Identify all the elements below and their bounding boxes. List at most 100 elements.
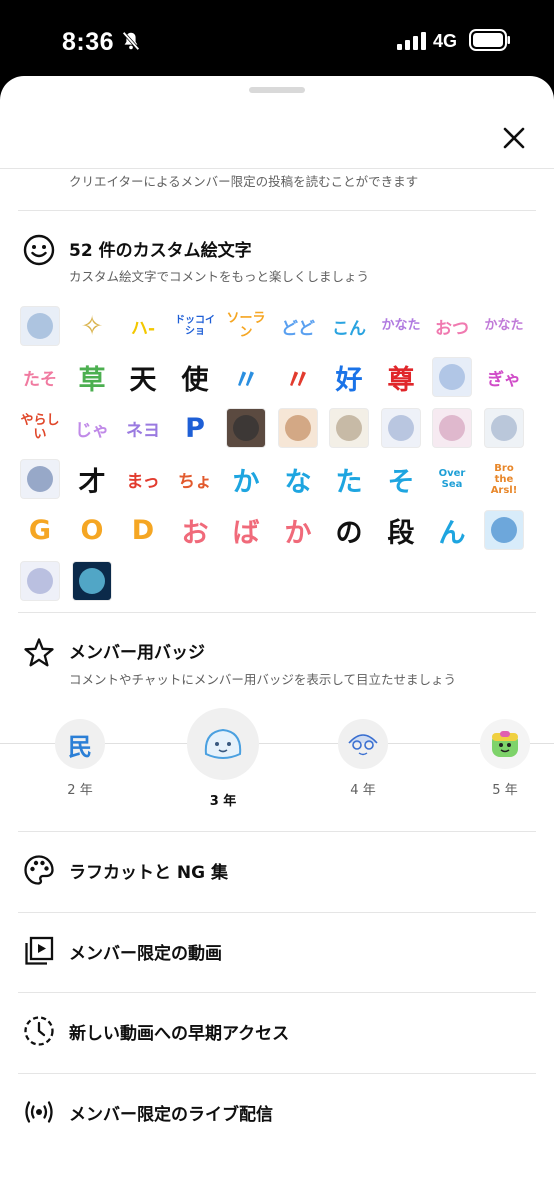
custom-emoji[interactable]: どど [278,306,318,346]
custom-emoji[interactable] [226,408,266,448]
perk-row-label: メンバー限定の動画 [69,944,222,964]
perk-row-rough-cuts[interactable]: ラフカットと NG 集 [0,831,554,911]
character-face-icon [348,734,378,756]
custom-emoji[interactable]: 草 [72,357,112,397]
custom-emoji[interactable]: かなた [484,306,524,346]
divider [0,168,554,169]
custom-emoji[interactable]: ちょ [175,459,215,499]
custom-emoji[interactable]: お [175,510,215,550]
emoji-art [27,568,53,594]
custom-emoji[interactable] [20,306,60,346]
custom-emoji[interactable]: な [278,459,318,499]
badge-2-years[interactable]: 民 2 年 [55,719,105,798]
emoji-art [491,517,517,543]
badge-label: 3 年 [209,794,237,809]
membership-benefits-sheet: クリエイターによるメンバー限定の投稿を読むことができます 52 件のカスタム絵文… [0,76,554,1200]
close-icon[interactable] [496,120,532,156]
emoji-art [27,313,53,339]
custom-emoji[interactable]: P [175,408,215,448]
perk-row-label: ラフカットと NG 集 [69,863,229,883]
custom-emoji[interactable] [72,561,112,601]
badge-glyph: 民 [68,732,92,761]
badge-perk-subtitle: コメントやチャットにメンバー用バッジを表示して目立たせましょう [69,672,457,687]
custom-emoji[interactable]: G [20,510,60,550]
divider [18,210,536,211]
custom-emoji[interactable]: ネヨ [123,408,163,448]
status-time: 8:36 [62,28,115,56]
perk-row-early-access[interactable]: 新しい動画への早期アクセス [0,992,554,1072]
custom-emoji[interactable]: 天 [123,357,163,397]
bell-muted-icon [122,31,140,51]
custom-emoji[interactable]: まっ [123,459,163,499]
posts-perk-subtext: クリエイターによるメンバー限定の投稿を読むことができます [69,174,419,189]
cellular-signal-icon [397,32,426,50]
custom-emoji[interactable]: ハ- [123,306,163,346]
early-access-clock-icon [24,1016,54,1046]
badge-perk-title: メンバー用バッジ [69,643,205,663]
custom-emoji[interactable]: ん [432,510,472,550]
custom-emoji[interactable] [381,408,421,448]
custom-emoji[interactable]: 才 [72,459,112,499]
badge-image [338,719,388,769]
blob-mascot-icon [204,728,242,759]
perk-row-live-streams[interactable]: メンバー限定のライブ配信 [0,1073,554,1153]
custom-emoji[interactable]: Over Sea [432,459,472,499]
custom-emoji[interactable] [20,561,60,601]
custom-emoji[interactable]: ドッコイショ [175,306,215,346]
custom-emoji[interactable]: D [123,510,163,550]
custom-emoji[interactable]: やらしい [20,408,60,448]
custom-emoji[interactable]: おつ [432,306,472,346]
rainbow-character-icon [492,731,518,757]
custom-emoji[interactable]: そ [381,459,421,499]
emoji-art [336,415,362,441]
emoji-art [388,415,414,441]
custom-emoji[interactable]: かなた [381,306,421,346]
badge-image [480,719,530,769]
custom-emoji[interactable]: ソーラン [226,306,266,346]
custom-emoji[interactable]: か [278,510,318,550]
badge-image [187,708,259,780]
custom-emoji[interactable] [484,408,524,448]
custom-emoji[interactable]: 尊 [381,357,421,397]
badge-4-years[interactable]: 4 年 [338,719,388,798]
emoji-art [285,415,311,441]
custom-emoji[interactable]: Bro the Arsl! [484,459,524,499]
badge-label: 2 年 [67,783,93,798]
custom-emoji[interactable]: こん [329,306,369,346]
custom-emoji[interactable] [329,408,369,448]
perk-row-label: メンバー限定のライブ配信 [69,1105,273,1125]
star-icon [24,638,54,667]
custom-emoji[interactable]: 段 [381,510,421,550]
custom-emoji[interactable]: ば [226,510,266,550]
emoji-perk-subtitle: カスタム絵文字でコメントをもっと楽しくしましょう [69,269,370,284]
emoji-art [439,364,465,390]
emoji-art [233,415,259,441]
custom-emoji[interactable]: ✧ [72,306,112,346]
emoji-perk-title: 52 件のカスタム絵文字 [69,241,252,261]
custom-emoji[interactable] [20,459,60,499]
custom-emoji[interactable] [432,357,472,397]
custom-emoji[interactable]: 〃 [278,357,318,397]
drag-handle[interactable] [249,87,305,93]
badge-5-years[interactable]: 5 年 [480,719,530,798]
custom-emoji[interactable]: たそ [20,357,60,397]
custom-emoji[interactable] [484,510,524,550]
custom-emoji[interactable]: か [226,459,266,499]
custom-emoji[interactable]: た [329,459,369,499]
perk-row-label: 新しい動画への早期アクセス [69,1024,290,1044]
perk-row-member-videos[interactable]: メンバー限定の動画 [0,912,554,992]
palette-icon [24,855,54,885]
custom-emoji[interactable]: 好 [329,357,369,397]
divider [18,612,536,613]
emoji-art [79,568,105,594]
custom-emoji[interactable] [432,408,472,448]
badge-label: 4 年 [350,783,376,798]
custom-emoji[interactable]: O [72,510,112,550]
custom-emoji[interactable]: 〃 [226,357,266,397]
custom-emoji[interactable]: じゃ [72,408,112,448]
badge-3-years[interactable]: 3 年 [187,708,259,809]
custom-emoji[interactable]: の [329,510,369,550]
custom-emoji[interactable] [278,408,318,448]
custom-emoji[interactable]: ぎゃ [484,357,524,397]
custom-emoji[interactable]: 使 [175,357,215,397]
